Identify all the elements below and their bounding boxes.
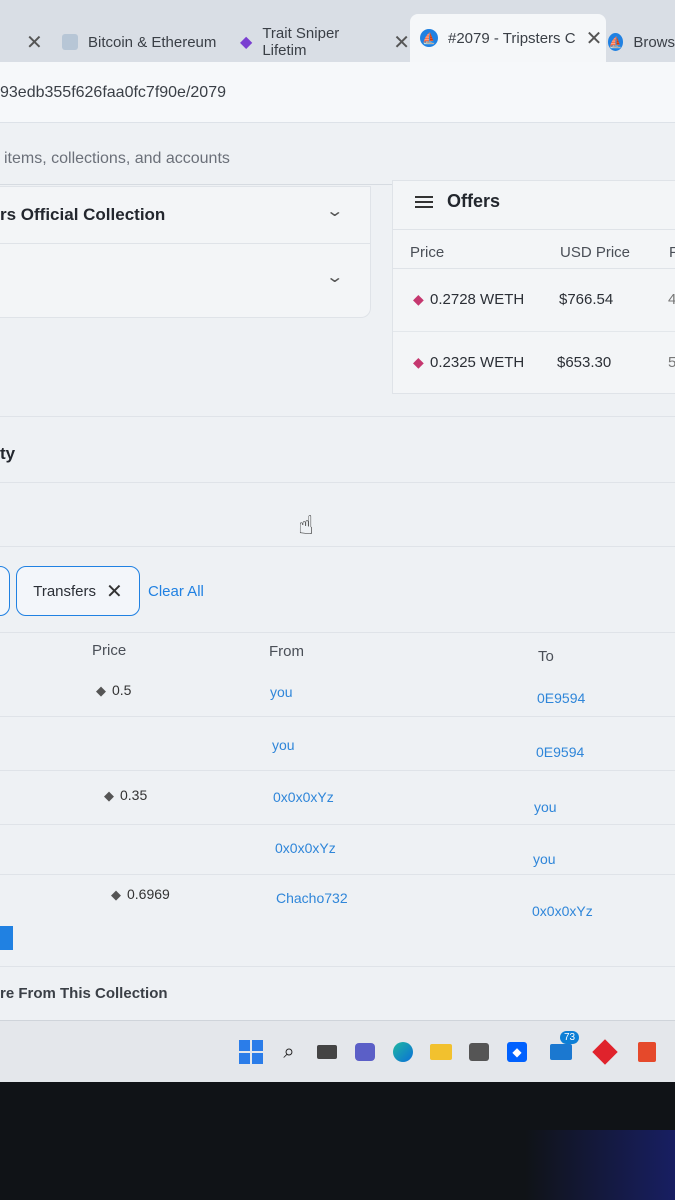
hand-cursor-icon: ☝ — [298, 510, 314, 540]
col-to: To — [538, 648, 554, 665]
offers-title: Offers — [447, 191, 501, 211]
row-from[interactable]: Chacho732 — [276, 890, 348, 906]
collection-title[interactable]: rs Official Collection — [0, 205, 165, 225]
close-icon[interactable]: ✕ — [586, 26, 603, 51]
weth-icon: ◆ — [413, 354, 424, 370]
offer-partial: 4 — [668, 291, 675, 308]
col-price: Price — [92, 642, 127, 659]
tab-tripsters[interactable]: ⛵ #2079 - Tripsters C ✕ — [410, 14, 606, 62]
row-divider — [0, 770, 675, 771]
divider — [0, 546, 675, 547]
col-price: Price — [410, 244, 445, 261]
divider — [0, 243, 370, 244]
col-from: From — [269, 643, 304, 660]
offers-column-headers: Price USD Price F — [393, 229, 675, 269]
tab-trait-sniper[interactable]: ◆ Trait Sniper Lifetim ✕ — [240, 22, 410, 62]
divider — [0, 482, 675, 483]
close-icon[interactable]: ✕ — [26, 30, 43, 55]
offers-panel: Offers Price USD Price F ◆ 0.2728 WETH $… — [392, 180, 675, 394]
row-to[interactable]: 0x0x0xYz — [532, 903, 593, 919]
more-from-collection-heading: re From This Collection — [0, 985, 168, 1002]
dropbox-icon[interactable]: ◆ — [504, 1039, 530, 1065]
teams-icon[interactable] — [352, 1039, 378, 1065]
divider — [0, 416, 675, 417]
tab-browse[interactable]: ⛵ Brows — [608, 22, 675, 62]
row-to[interactable]: 0E9594 — [536, 744, 584, 760]
row-from[interactable]: you — [272, 737, 295, 753]
mail-icon[interactable]: 73 — [548, 1031, 580, 1065]
windows-icon[interactable] — [238, 1039, 264, 1065]
row-from[interactable]: you — [270, 684, 293, 700]
filter-chip-partial[interactable] — [0, 566, 10, 616]
close-icon[interactable]: ✕ — [393, 30, 410, 55]
price-value: 0.5 — [112, 682, 132, 698]
url-text[interactable]: 93edb355f626faa0fc7f90e/2079 — [0, 84, 226, 102]
list-icon — [415, 193, 433, 211]
row-divider — [0, 824, 675, 825]
search-input[interactable]: items, collections, and accounts — [4, 150, 230, 168]
col-usd-price: USD Price — [560, 244, 631, 261]
eth-icon: ◆ — [111, 887, 121, 902]
row-from[interactable]: 0x0x0xYz — [275, 840, 336, 856]
mail-badge: 73 — [560, 1031, 580, 1044]
collection-panel: rs Official Collection ⌄ ⌄ — [0, 186, 371, 318]
divider — [0, 632, 675, 633]
more-button-partial[interactable] — [0, 926, 13, 950]
row-to[interactable]: 0E9594 — [537, 690, 585, 706]
task-view-icon[interactable] — [314, 1039, 340, 1065]
row-to[interactable]: you — [533, 851, 556, 867]
office-icon[interactable] — [634, 1039, 660, 1065]
browser-tab-bar: ✕ Bitcoin & Ethereum ◆ Trait Sniper Life… — [0, 0, 675, 62]
col-partial: F — [669, 244, 675, 261]
tab-label: #2079 - Tripsters C — [448, 29, 576, 47]
row-divider — [0, 874, 675, 875]
price-value: 0.6969 — [127, 886, 170, 902]
divider — [0, 966, 675, 967]
offer-usd: $653.30 — [557, 354, 612, 371]
app-red-icon[interactable] — [592, 1039, 618, 1065]
offer-usd: $766.54 — [559, 291, 614, 308]
chip-label: Transfers — [33, 582, 97, 600]
eth-icon: ◆ — [96, 683, 106, 698]
offer-partial: 5 — [668, 354, 675, 371]
row-from[interactable]: 0x0x0xYz — [273, 789, 334, 805]
site-search-bar[interactable]: items, collections, and accounts — [0, 124, 675, 185]
tab-favicon-icon — [62, 34, 78, 50]
opensea-icon: ⛵ — [420, 29, 438, 47]
weth-icon: ◆ — [413, 291, 424, 307]
offer-price: 0.2325 WETH — [430, 354, 525, 371]
clear-all-link[interactable]: Clear All — [148, 583, 204, 600]
filter-chip-transfers[interactable]: Transfers ✕ — [16, 566, 140, 616]
tab-label: Trait Sniper Lifetim — [262, 25, 340, 59]
ambient-light — [525, 1130, 675, 1200]
address-bar[interactable]: 93edb355f626faa0fc7f90e/2079 — [0, 62, 675, 123]
opensea-icon: ⛵ — [608, 33, 624, 51]
activity-title[interactable]: ty — [0, 444, 15, 464]
screen: ✕ Bitcoin & Ethereum ◆ Trait Sniper Life… — [0, 0, 675, 1080]
price-value: 0.35 — [120, 787, 148, 803]
row-to[interactable]: you — [534, 799, 557, 815]
gem-icon: ◆ — [240, 34, 253, 51]
offer-price: 0.2728 WETH — [430, 291, 525, 308]
row-divider — [0, 716, 675, 717]
eth-icon: ◆ — [104, 788, 114, 803]
tab-label: Bitcoin & Ethereum — [88, 33, 217, 51]
offers-header[interactable]: Offers — [415, 191, 500, 212]
tab-label: Brows — [633, 33, 675, 51]
row-price: ◆ 0.5 — [96, 682, 131, 699]
offer-row[interactable]: ◆ 0.2728 WETH $766.54 4 — [393, 269, 675, 331]
tab-partial[interactable]: ✕ — [0, 22, 48, 62]
chevron-down-icon[interactable]: ⌄ — [325, 267, 344, 287]
taskbar: ⌕ ◆ 73 — [0, 1020, 675, 1083]
file-explorer-icon[interactable] — [428, 1039, 454, 1065]
tab-bitcoin-ethereum[interactable]: Bitcoin & Ethereum — [62, 22, 232, 62]
row-price: ◆ 0.35 — [104, 787, 147, 804]
store-icon[interactable] — [466, 1039, 492, 1065]
search-icon[interactable]: ⌕ — [276, 1039, 302, 1065]
edge-icon[interactable] — [390, 1039, 416, 1065]
chevron-down-icon[interactable]: ⌄ — [325, 201, 344, 221]
row-price: ◆ 0.6969 — [111, 886, 170, 903]
close-icon[interactable]: ✕ — [106, 579, 123, 604]
offer-row[interactable]: ◆ 0.2325 WETH $653.30 5 — [393, 331, 675, 394]
